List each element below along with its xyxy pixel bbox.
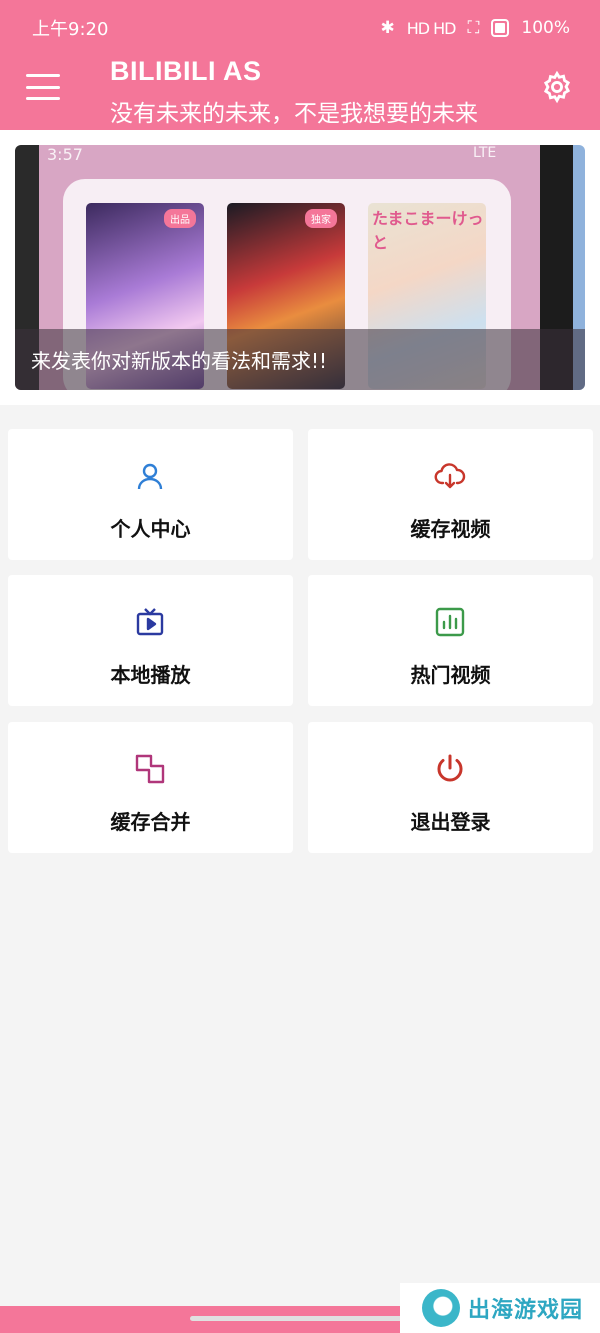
tile-hot-videos[interactable]: 热门视频	[308, 575, 593, 706]
tile-cached-videos[interactable]: 缓存视频	[308, 429, 593, 560]
tile-label: 个人中心	[110, 517, 191, 541]
status-time: 上午9:20	[32, 19, 109, 40]
poster-title: たまこまーけっと	[372, 209, 484, 252]
gesture-handle[interactable]	[190, 1316, 410, 1321]
status-bar: 上午9:20 ✱ HD HD ⛶ 100%	[0, 0, 600, 56]
bluetooth-icon: ✱	[380, 18, 395, 38]
banner-screenshot-network: LTE	[473, 145, 497, 161]
tile-logout[interactable]: 退出登录	[308, 722, 593, 853]
app-title: BILIBILI AS	[110, 56, 262, 86]
power-icon	[437, 754, 463, 782]
focus-icon: ⛶	[467, 18, 480, 38]
poster-badge: 出品	[164, 209, 196, 228]
cloud-download-icon	[434, 463, 466, 489]
watermark-logo-icon	[422, 1289, 460, 1327]
tile-label: 缓存合并	[110, 810, 191, 834]
tile-cache-merge[interactable]: 缓存合并	[8, 722, 293, 853]
app-header: 上午9:20 ✱ HD HD ⛶ 100% BILIBILI AS 没有未来的未…	[0, 0, 600, 130]
tv-play-icon	[136, 608, 164, 636]
tile-personal-center[interactable]: 个人中心	[8, 429, 293, 560]
user-icon	[137, 463, 163, 490]
banner-screenshot-time: 3:57	[47, 145, 83, 164]
banner-caption: 来发表你对新版本的看法和需求!!	[31, 349, 328, 373]
banner-section: 3:57 LTE 出品 独家 たまこまーけっと 来发表你对新版本的看法和需求!!	[0, 130, 600, 405]
tile-label: 退出登录	[410, 810, 491, 834]
tile-label: 本地播放	[110, 663, 191, 687]
watermark: 出海游戏园	[400, 1283, 600, 1333]
poster-badge: 独家	[305, 209, 337, 228]
battery-level: 100%	[521, 18, 570, 38]
hamburger-menu-icon[interactable]	[26, 74, 60, 100]
tile-local-playback[interactable]: 本地播放	[8, 575, 293, 706]
merge-squares-icon	[135, 754, 165, 784]
gear-icon[interactable]	[540, 70, 574, 104]
battery-icon	[491, 19, 510, 37]
banner-carousel[interactable]: 3:57 LTE 出品 独家 たまこまーけっと 来发表你对新版本的看法和需求!!	[15, 145, 585, 390]
bar-chart-icon	[435, 607, 465, 637]
status-indicators: ✱ HD HD ⛶ 100%	[380, 18, 570, 38]
tile-label: 缓存视频	[410, 517, 491, 541]
watermark-text: 出海游戏园	[468, 1298, 584, 1323]
app-subtitle: 没有未来的未来，不是我想要的未来	[110, 101, 478, 127]
signal-indicator-text: HD HD	[406, 18, 457, 38]
tile-label: 热门视频	[410, 663, 491, 687]
